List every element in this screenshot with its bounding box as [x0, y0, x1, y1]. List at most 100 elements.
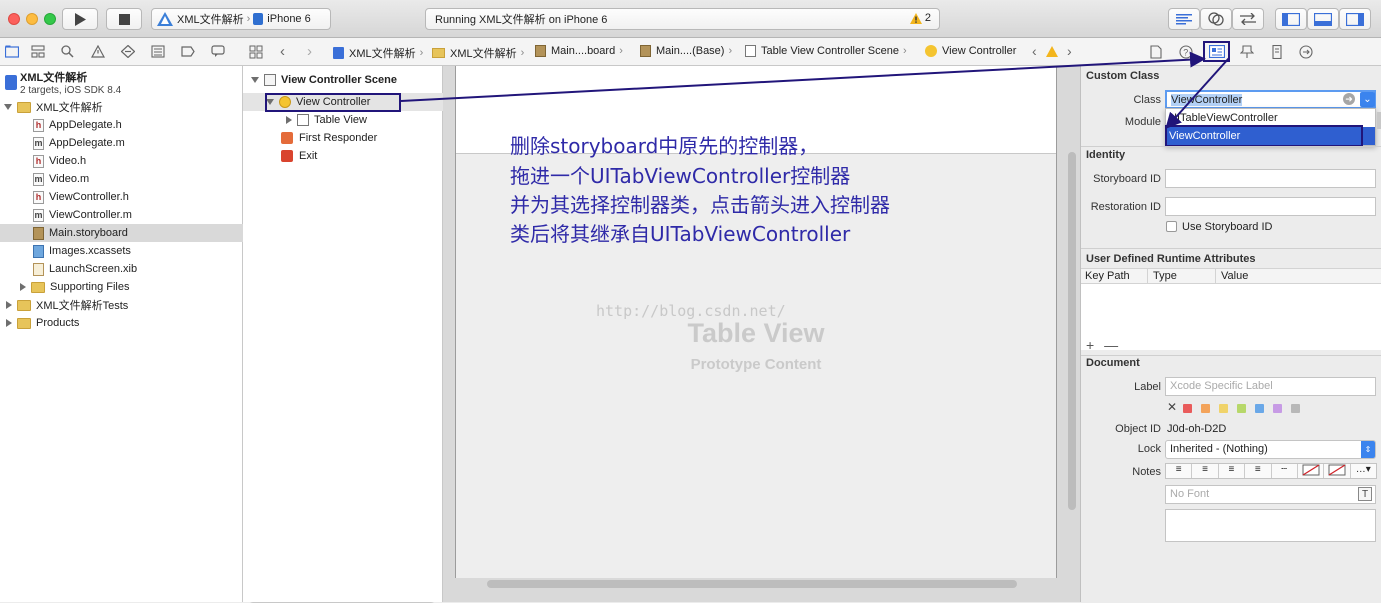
breakpoint-icon[interactable]: [181, 45, 195, 58]
background-color-icon[interactable]: [1324, 464, 1351, 478]
storyboard-id-field[interactable]: [1165, 169, 1376, 188]
version-editor-button[interactable]: [1232, 8, 1264, 30]
color-swatch-red[interactable]: [1183, 404, 1192, 413]
project-root-row[interactable]: XML文件解析 2 targets, iOS SDK 8.4: [0, 68, 243, 96]
add-remove-attribute-buttons[interactable]: + —: [1086, 337, 1121, 353]
file-inspector-icon[interactable]: [1150, 45, 1162, 59]
assistant-editor-button[interactable]: [1200, 8, 1232, 30]
toggle-navigator-button[interactable]: [1275, 8, 1307, 30]
next-issue-icon[interactable]: ›: [1067, 43, 1072, 59]
color-swatch-blue[interactable]: [1255, 404, 1264, 413]
color-swatch-gray[interactable]: [1291, 404, 1300, 413]
folder-icon: [17, 299, 31, 311]
toggle-utilities-button[interactable]: [1339, 8, 1371, 30]
debug-gauge-icon[interactable]: [151, 45, 165, 58]
file-row[interactable]: Images.xcassets: [0, 242, 243, 260]
go-to-class-arrow-icon[interactable]: ➜: [1343, 93, 1355, 105]
color-swatch-green[interactable]: [1237, 404, 1246, 413]
color-swatch-purple[interactable]: [1273, 404, 1282, 413]
document-label-field[interactable]: Xcode Specific Label: [1165, 377, 1376, 396]
zoom-window-button[interactable]: [44, 13, 56, 25]
hierarchy-icon[interactable]: [31, 45, 45, 58]
canvas-vertical-scrollbar[interactable]: [1068, 152, 1076, 510]
file-row[interactable]: h Video.h: [0, 152, 243, 170]
text-color-icon[interactable]: [1298, 464, 1325, 478]
file-row[interactable]: m AppDelegate.m: [0, 134, 243, 152]
header-file-icon: h: [33, 190, 44, 204]
outline-exit-row[interactable]: Exit: [243, 147, 443, 165]
size-inspector-icon[interactable]: [1272, 45, 1282, 59]
toggle-debug-area-button[interactable]: [1307, 8, 1339, 30]
group-row[interactable]: Products: [0, 314, 243, 332]
forward-arrow-icon[interactable]: ›: [307, 43, 312, 60]
view-controller-icon: [925, 45, 937, 57]
folder-icon[interactable]: [5, 45, 19, 58]
issue-warning-icon[interactable]: [91, 45, 105, 58]
close-window-button[interactable]: [8, 13, 20, 25]
notes-font-field[interactable]: No Font T: [1165, 485, 1376, 504]
warning-icon[interactable]: [1046, 46, 1058, 57]
connections-inspector-icon[interactable]: [1299, 45, 1313, 59]
minimize-window-button[interactable]: [26, 13, 38, 25]
tab-bar-row: ‹ › XML文件解析 › XML文件解析 › Main....board › Mai…: [0, 38, 1381, 66]
jumpbar-crumb-base[interactable]: Main....(Base) ›: [640, 45, 732, 57]
outline-first-responder-row[interactable]: First Responder: [243, 129, 443, 147]
file-row-selected[interactable]: Main.storyboard: [0, 224, 243, 242]
project-navigator: XML文件解析 2 targets, iOS SDK 8.4 XML文件解析 h…: [0, 66, 436, 603]
jumpbar-crumb-scene[interactable]: Table View Controller Scene ›: [745, 45, 907, 57]
jumpbar-crumb-group[interactable]: XML文件解析 ›: [432, 45, 524, 61]
align-justify-icon[interactable]: ≡: [1245, 464, 1272, 478]
group-row[interactable]: Supporting Files: [0, 278, 243, 296]
previous-issue-icon[interactable]: ‹: [1032, 43, 1037, 59]
col-keypath[interactable]: Key Path: [1085, 270, 1130, 282]
align-left-icon[interactable]: ≡: [1166, 464, 1193, 478]
color-swatch-orange[interactable]: [1201, 404, 1210, 413]
scheme-selector[interactable]: XML文件解析 › iPhone 6: [151, 8, 331, 30]
group-row[interactable]: XML文件解析Tests: [0, 296, 243, 314]
stop-button[interactable]: [106, 8, 142, 30]
disclosure-right-icon: [20, 283, 26, 291]
align-center-icon[interactable]: ≡: [1192, 464, 1219, 478]
report-bubble-icon[interactable]: [211, 45, 225, 58]
back-arrow-icon[interactable]: ‹: [280, 43, 285, 60]
identity-inspector-icon[interactable]: [1209, 45, 1225, 58]
scheme-name: XML文件解析: [177, 14, 244, 26]
file-row[interactable]: h AppDelegate.h: [0, 116, 243, 134]
search-icon[interactable]: [61, 45, 74, 58]
module-label: Module: [1124, 116, 1161, 128]
align-right-icon[interactable]: ≡: [1219, 464, 1246, 478]
warning-badge[interactable]: 2: [909, 12, 931, 24]
combo-dropdown-icon[interactable]: ⌄: [1360, 92, 1375, 107]
jumpbar-crumb-project[interactable]: XML文件解析 ›: [333, 45, 423, 61]
standard-editor-button[interactable]: [1168, 8, 1200, 30]
file-row[interactable]: LaunchScreen.xib: [0, 260, 243, 278]
group-row[interactable]: XML文件解析: [0, 98, 243, 116]
lock-popup[interactable]: Inherited - (Nothing) ⇕: [1165, 440, 1376, 459]
clear-color-icon[interactable]: ✕: [1167, 400, 1177, 414]
jumpbar-crumb-storyboard[interactable]: Main....board ›: [535, 45, 623, 57]
svg-text:?: ?: [1183, 48, 1188, 58]
horizontal-scrollbar[interactable]: [487, 580, 1017, 588]
folder-icon: [17, 101, 31, 113]
notes-textarea[interactable]: [1165, 509, 1376, 542]
align-natural-icon[interactable]: ┄: [1272, 464, 1298, 478]
implementation-file-icon: m: [33, 208, 44, 222]
use-storyboard-id-checkbox[interactable]: [1166, 221, 1177, 232]
related-items-grid-icon[interactable]: [249, 45, 263, 59]
test-diamond-icon[interactable]: [121, 45, 135, 58]
jumpbar-crumb-controller[interactable]: View Controller: [925, 45, 1016, 57]
color-swatch-yellow[interactable]: [1219, 404, 1228, 413]
col-type[interactable]: Type: [1153, 270, 1177, 282]
attributes-inspector-icon[interactable]: [1240, 45, 1254, 59]
file-row[interactable]: h ViewController.h: [0, 188, 243, 206]
more-options-icon[interactable]: …▾: [1351, 464, 1376, 478]
outline-tableview-row[interactable]: Table View: [243, 111, 443, 129]
font-picker-icon[interactable]: T: [1358, 487, 1372, 501]
col-value[interactable]: Value: [1221, 270, 1248, 282]
run-button[interactable]: [62, 8, 98, 30]
restoration-id-field[interactable]: [1165, 197, 1376, 216]
help-icon[interactable]: ?: [1179, 45, 1193, 59]
outline-scene-row[interactable]: View Controller Scene: [243, 71, 443, 89]
file-row[interactable]: m Video.m: [0, 170, 243, 188]
file-row[interactable]: m ViewController.m: [0, 206, 243, 224]
